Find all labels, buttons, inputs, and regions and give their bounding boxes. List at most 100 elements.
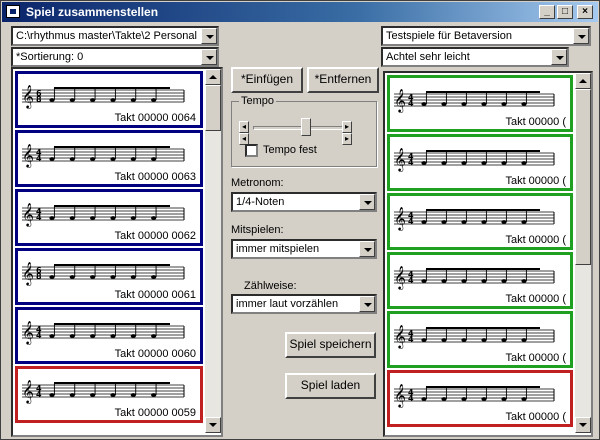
metronome-label: Metronom: <box>231 177 284 189</box>
measure-notation: 𝄞 68 <box>22 261 185 286</box>
treble-clef-icon: 𝄞 <box>394 383 406 408</box>
close-button[interactable]: × <box>577 5 593 19</box>
play-along-dropdown[interactable]: immer mitspielen <box>231 239 377 259</box>
staff-lines <box>22 207 184 221</box>
chevron-down-icon[interactable] <box>359 241 375 257</box>
folder-path-dropdown[interactable]: C:\rhythmus master\Takte\2 Personal <box>11 26 219 46</box>
sort-dropdown[interactable]: *Sortierung: 0 <box>11 47 219 67</box>
measure-label: Takt 00000 0062 <box>114 230 196 242</box>
folder-path-value: C:\rhythmus master\Takte\2 Personal <box>16 30 197 42</box>
scroll-up-button[interactable] <box>205 69 221 85</box>
tempo-group-label: Tempo <box>239 95 277 107</box>
measure-label: Takt 00000 0061 <box>114 289 196 301</box>
treble-clef-icon: 𝄞 <box>394 88 406 113</box>
count-dropdown[interactable]: immer laut vorzählen <box>231 294 377 314</box>
treble-clef-icon: 𝄞 <box>22 202 34 227</box>
chevron-down-icon[interactable] <box>359 194 375 210</box>
measure-label: Takt 00000 0060 <box>114 348 196 360</box>
measure-notation: 𝄞 68 <box>22 84 185 109</box>
remove-button[interactable]: *Entfernen <box>307 67 379 93</box>
window: Spiel zusammenstellen _ □ × C:\rhythmus … <box>0 0 600 440</box>
available-measures-list[interactable]: 𝄞 6 8 Takt 00000 0064 𝄞 4 4 Takt 00000 0063 𝄞 4 4 T… <box>11 67 223 437</box>
measure-notation: 𝄞 44 <box>22 143 185 168</box>
measure-item[interactable]: 𝄞 4 4 Takt 00000 ( <box>387 370 573 427</box>
measure-item[interactable]: 𝄞 4 4 Takt 00000 0062 <box>15 189 203 246</box>
game-value: Testspiele für Betaversion <box>386 30 512 42</box>
scroll-thumb[interactable] <box>205 85 221 131</box>
measure-label: Takt 00000 0063 <box>114 171 196 183</box>
measure-item[interactable]: 𝄞 6 8 Takt 00000 0064 <box>15 71 203 128</box>
measure-notation: 𝄞 44 <box>394 383 555 408</box>
time-signature-bottom: 4 <box>36 390 42 399</box>
save-game-button[interactable]: Spiel speichern <box>285 332 376 358</box>
chevron-down-icon[interactable] <box>359 296 375 312</box>
chevron-down-icon[interactable] <box>551 49 567 65</box>
time-signature-bottom: 8 <box>36 272 42 281</box>
metronome-dropdown[interactable]: 1/4-Noten <box>231 192 377 212</box>
measure-item[interactable]: 𝄞 4 4 Takt 00000 0063 <box>15 130 203 187</box>
measure-label: Takt 00000 ( <box>505 352 566 364</box>
right-scrollbar[interactable] <box>575 73 591 433</box>
play-along-value: immer mitspielen <box>236 243 320 255</box>
tempo-increase-fine-button[interactable]: ▸ <box>342 133 352 145</box>
measure-item[interactable]: 𝄞 4 4 Takt 00000 ( <box>387 252 573 309</box>
time-signature-bottom: 4 <box>408 99 414 108</box>
maximize-button[interactable]: □ <box>557 5 573 19</box>
time-signature-bottom: 4 <box>408 335 414 344</box>
measure-notation: 𝄞 44 <box>22 320 185 345</box>
measure-label: Takt 00000 ( <box>505 411 566 423</box>
count-value: immer laut vorzählen <box>236 298 339 310</box>
time-signature-bottom: 4 <box>408 394 414 403</box>
measure-item[interactable]: 𝄞 4 4 Takt 00000 0059 <box>15 366 203 423</box>
measure-label: Takt 00000 ( <box>505 234 566 246</box>
staff-lines <box>394 211 554 225</box>
measure-item[interactable]: 𝄞 4 4 Takt 00000 0060 <box>15 307 203 364</box>
level-value: Achtel sehr leicht <box>386 51 470 63</box>
treble-clef-icon: 𝄞 <box>22 320 34 345</box>
metronome-value: 1/4-Noten <box>236 196 285 208</box>
measure-item[interactable]: 𝄞 4 4 Takt 00000 ( <box>387 75 573 132</box>
measure-label: Takt 00000 ( <box>505 293 566 305</box>
staff-lines <box>22 89 184 103</box>
tempo-increase-button[interactable]: ▸ <box>342 121 352 133</box>
level-dropdown[interactable]: Achtel sehr leicht <box>381 47 569 67</box>
staff-lines <box>394 329 554 343</box>
tempo-fixed-checkbox[interactable] <box>245 144 258 157</box>
staff-lines <box>394 93 554 107</box>
treble-clef-icon: 𝄞 <box>22 143 34 168</box>
measure-label: Takt 00000 ( <box>505 175 566 187</box>
staff-lines <box>394 388 554 402</box>
measure-item[interactable]: 𝄞 4 4 Takt 00000 ( <box>387 134 573 191</box>
treble-clef-icon: 𝄞 <box>394 324 406 349</box>
chevron-down-icon[interactable] <box>573 28 589 44</box>
treble-clef-icon: 𝄞 <box>22 261 34 286</box>
scroll-down-button[interactable] <box>205 417 221 433</box>
staff-lines <box>22 148 184 162</box>
scroll-thumb[interactable] <box>575 89 591 265</box>
measure-item[interactable]: 𝄞 6 8 Takt 00000 0061 <box>15 248 203 305</box>
app-icon <box>6 5 20 18</box>
measure-label: Takt 00000 0064 <box>114 112 196 124</box>
measure-notation: 𝄞 44 <box>394 147 555 172</box>
measure-item[interactable]: 𝄞 4 4 Takt 00000 ( <box>387 311 573 368</box>
measure-item[interactable]: 𝄞 4 4 Takt 00000 ( <box>387 193 573 250</box>
time-signature-bottom: 4 <box>408 217 414 226</box>
treble-clef-icon: 𝄞 <box>394 206 406 231</box>
chevron-down-icon[interactable] <box>201 49 217 65</box>
insert-button[interactable]: *Einfügen <box>231 67 303 93</box>
game-measures-list[interactable]: 𝄞 4 4 Takt 00000 (𝄞 4 4 Takt 00000 (𝄞 4 4 Takt 00… <box>383 71 593 437</box>
staff-lines <box>22 266 184 280</box>
tempo-decrease-button[interactable]: ◂ <box>239 121 249 133</box>
chevron-down-icon[interactable] <box>201 28 217 44</box>
minimize-button[interactable]: _ <box>539 5 555 19</box>
scroll-up-button[interactable] <box>575 73 591 89</box>
measure-notation: 𝄞 44 <box>394 88 555 113</box>
tempo-slider-thumb[interactable] <box>301 118 311 136</box>
measure-notation: 𝄞 44 <box>394 324 555 349</box>
tempo-slider-track[interactable] <box>253 126 343 130</box>
scroll-down-button[interactable] <box>575 417 591 433</box>
game-dropdown[interactable]: Testspiele für Betaversion <box>381 26 591 46</box>
load-game-button[interactable]: Spiel laden <box>285 373 376 399</box>
treble-clef-icon: 𝄞 <box>394 265 406 290</box>
left-scrollbar[interactable] <box>205 69 221 433</box>
